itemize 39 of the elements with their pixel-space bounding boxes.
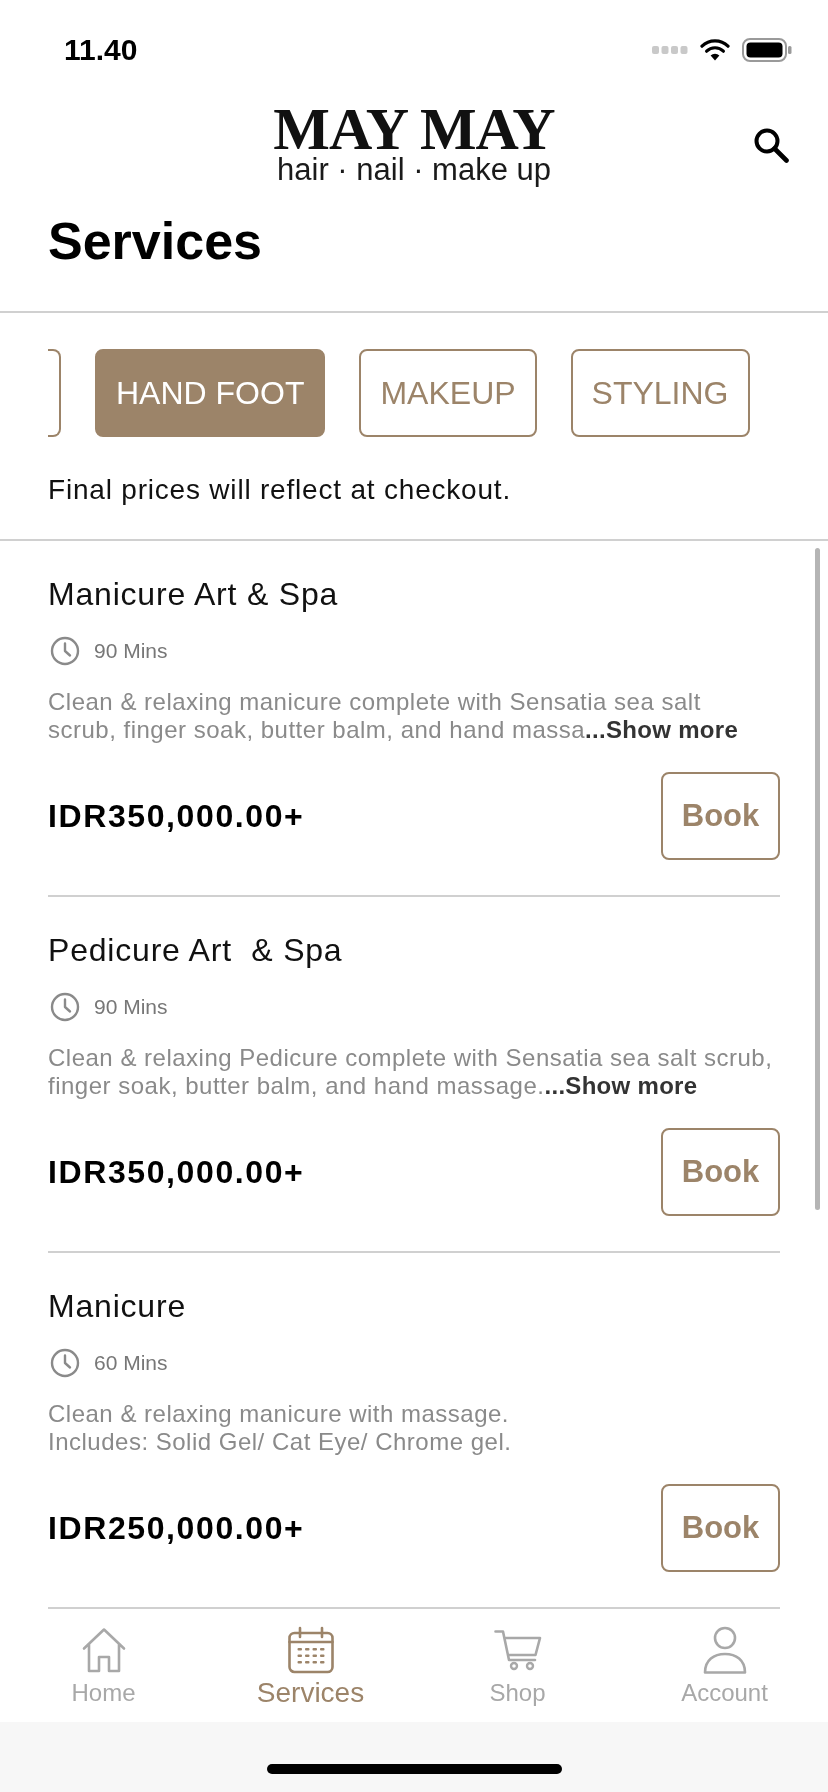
service-duration: 90 Mins: [94, 639, 168, 663]
tab[interactable]: MAKEUP: [359, 349, 537, 437]
service-title: Manicure: [48, 1288, 187, 1324]
show-more-link[interactable]: ...Show more: [544, 1072, 698, 1099]
service-title: Pedicure Art & Spa: [48, 932, 344, 968]
logo-wordmark: MAY MAY: [273, 104, 555, 154]
service-price: IDR250,000.00+: [48, 1509, 305, 1547]
logo-tagline: hair · nail · make up: [277, 154, 551, 186]
battery-icon: [742, 38, 792, 62]
person-icon: [702, 1626, 747, 1674]
nav-tab[interactable]: Services: [256, 1626, 365, 1708]
nav-tab[interactable]: Shop: [489, 1626, 546, 1708]
page-title: Services: [47, 211, 263, 272]
service-description: Clean & relaxing Pedicure complete with Sensatia sea salt scrub, finger soak, butter balm, and hand massage....Show more: [48, 1044, 774, 1100]
clock-icon: [50, 636, 80, 666]
book-button[interactable]: Book: [661, 1128, 780, 1216]
book-button[interactable]: Book: [661, 1484, 780, 1572]
calendar-icon: [286, 1626, 335, 1674]
wifi-icon: [700, 39, 730, 61]
book-button[interactable]: Book: [661, 772, 780, 860]
status-time: 11.40: [64, 33, 138, 67]
signal-icon: [652, 46, 688, 54]
service-description: Clean & relaxing manicure complete with Sensatia sea salt scrub, finger soak, butter balm, and hand massa...Show more: [48, 688, 740, 744]
service-duration: 90 Mins: [94, 995, 168, 1019]
tab[interactable]: STYLING: [570, 349, 750, 437]
search-icon[interactable]: [753, 127, 789, 163]
service-description: Clean & relaxing manicure with massage. Includes: Solid Gel/ Cat Eye/ Chrome gel.: [48, 1400, 513, 1456]
tab[interactable]: HAND FOOT: [95, 349, 326, 437]
tab[interactable]: [48, 349, 61, 437]
checkout-notice: Final prices will reflect at checkout.: [47, 473, 512, 507]
nav-tab[interactable]: Account: [681, 1626, 768, 1708]
service-title: Manicure Art & Spa: [48, 576, 340, 612]
service-duration: 60 Mins: [94, 1351, 168, 1375]
service-price: IDR350,000.00+: [48, 1153, 305, 1191]
clock-icon: [50, 992, 80, 1022]
show-more-link[interactable]: ...Show more: [585, 716, 739, 743]
service-price: IDR350,000.00+: [48, 797, 305, 835]
nav-tab[interactable]: Home: [71, 1626, 136, 1708]
clock-icon: [50, 1348, 80, 1378]
